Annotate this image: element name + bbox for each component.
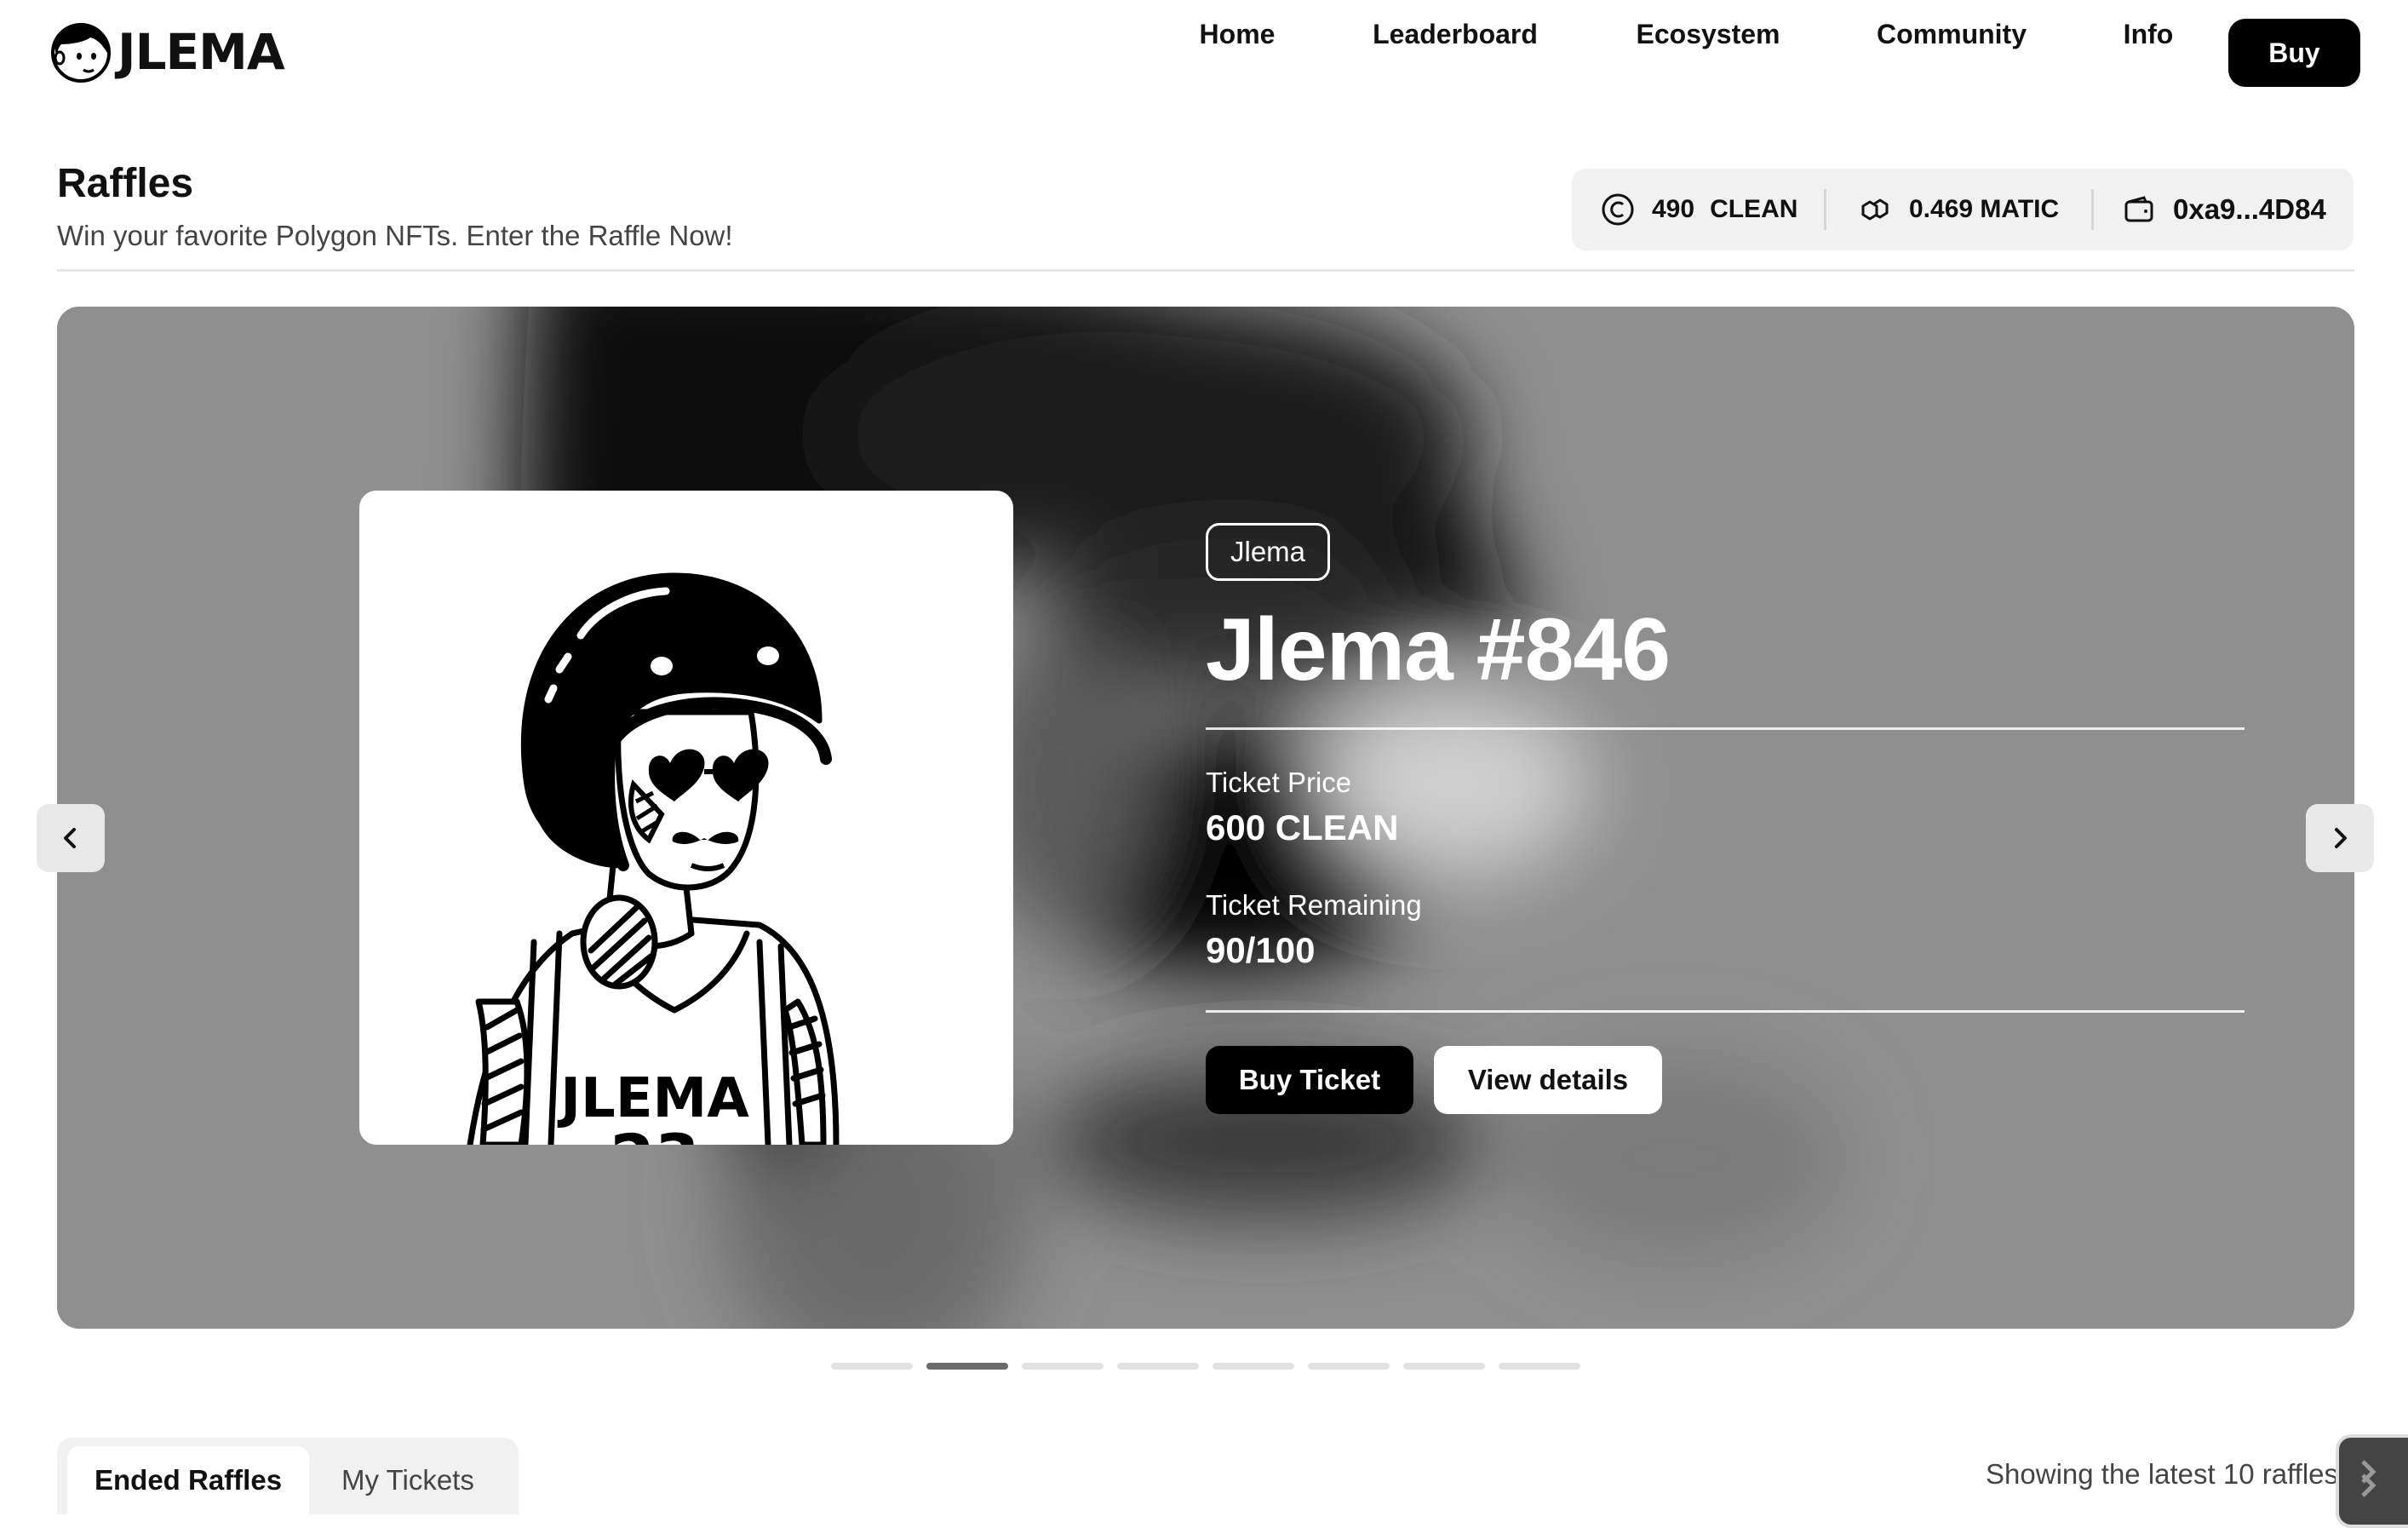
wallet-address[interactable]: 0xa9...4D84 [2122,169,2326,250]
carousel-prev-button[interactable] [37,804,105,872]
top-navbar: JLEMA Home Leaderboard Ecosystem Communi… [0,0,2408,106]
carousel-dot[interactable] [1308,1363,1390,1370]
carousel-dot[interactable] [1117,1363,1199,1370]
stats-divider [2091,189,2094,230]
tab-my-tickets[interactable]: My Tickets [341,1446,474,1514]
carousel-dot[interactable] [1022,1363,1104,1370]
buy-ticket-button[interactable]: Buy Ticket [1206,1046,1413,1114]
brand-logo[interactable]: JLEMA [49,19,285,85]
nav-community[interactable]: Community [1877,0,2027,68]
page-subtitle: Win your favorite Polygon NFTs. Enter th… [57,220,733,251]
nav-ecosystem[interactable]: Ecosystem [1637,0,1780,68]
raffle-title: Jlema #846 [1206,600,1671,699]
buy-button[interactable]: Buy [2228,19,2360,87]
info-divider-top [1206,727,2245,730]
carousel-dot[interactable] [1213,1363,1294,1370]
carousel-dot[interactable] [1499,1363,1580,1370]
ticket-remaining-label: Ticket Remaining [1206,889,1422,921]
matic-balance: 0.469 MATIC [1858,169,2059,250]
nft-helmet-character-illustration: JLEMA 23 [467,572,840,1145]
ticket-price-value: 600 CLEAN [1206,807,1399,847]
raffle-tabs: Ended Raffles My Tickets [57,1438,519,1514]
page-title: Raffles [57,161,194,206]
brand-name: JLEMA [118,23,285,81]
wallet-stats-panel: 490 CLEAN 0.469 MATIC 0xa9...4D84 [1572,169,2354,250]
carousel-next-button[interactable] [2306,804,2374,872]
ticket-price-label: Ticket Price [1206,767,1352,798]
wallet-address-text: 0xa9...4D84 [2173,193,2326,225]
chevron-right-icon [2335,828,2347,848]
carousel-dot[interactable] [926,1363,1008,1370]
view-details-button[interactable]: View details [1434,1046,1662,1114]
heading-divider [57,269,2354,272]
floating-widget-button[interactable] [2336,1434,2408,1528]
nav-leaderboard[interactable]: Leaderboard [1373,0,1538,68]
jlema-face-icon [51,23,111,83]
nft-image[interactable]: JLEMA 23 [359,491,1013,1145]
ticket-remaining-value: 90/100 [1206,930,1316,970]
carousel-dot[interactable] [831,1363,913,1370]
clean-unit: CLEAN [1710,195,1798,223]
tab-ended-raffles[interactable]: Ended Raffles [67,1446,310,1514]
raffle-carousel: JLEMA 23 Jlema Jlema #846 Ticket Price 6… [57,307,2354,1329]
carousel-dot[interactable] [1403,1363,1485,1370]
nav-info[interactable]: Info [2124,0,2174,68]
collection-badge[interactable]: Jlema [1206,523,1331,581]
nav-home[interactable]: Home [1200,0,1276,68]
showing-count-text: Showing the latest 10 raffles [1986,1458,2338,1490]
clean-balance: 490 CLEAN [1601,169,1797,250]
coin-icon [1602,193,1634,226]
wallet-icon [2124,196,2153,222]
clean-amount: 490 [1652,195,1695,223]
stats-divider [1824,189,1826,230]
chevron-stack-icon [2361,1460,2376,1497]
jersey-number: 23 [610,1120,700,1145]
polygon-icon [1861,198,1889,221]
chevron-left-icon [64,828,76,848]
info-divider-bottom [1206,1010,2245,1013]
matic-amount: 0.469 MATIC [1909,195,2060,223]
